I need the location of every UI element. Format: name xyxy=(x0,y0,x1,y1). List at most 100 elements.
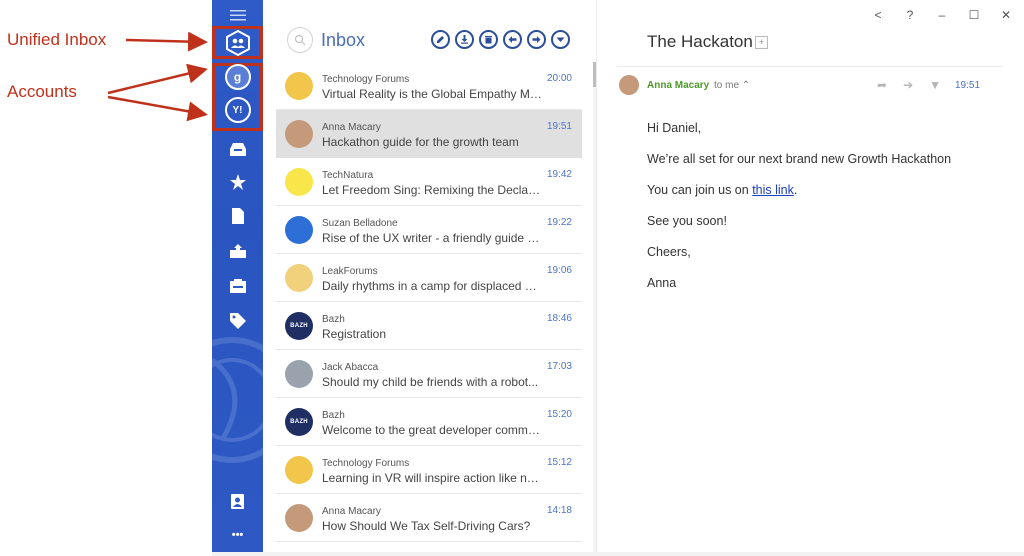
message-time: 15:20 xyxy=(546,409,572,420)
download-button[interactable] xyxy=(455,30,474,49)
delete-button[interactable] xyxy=(479,30,498,49)
sender-name[interactable]: Anna Macary xyxy=(647,80,709,91)
mail-app-window: g Y! ••• Inbox Technology Forums Virtual… xyxy=(212,0,1024,556)
message-sender: TechNatura xyxy=(322,170,374,181)
message-sender: Suzan Belladone xyxy=(322,218,398,229)
sender-avatar xyxy=(285,72,313,100)
message-time: 17:03 xyxy=(546,361,572,372)
message-row[interactable]: LeakForums Daily rhythms in a camp for di… xyxy=(276,254,582,302)
expand-recipients-icon: ⌃ xyxy=(741,80,751,91)
message-row[interactable]: Anna Macary Hackathon guide for the growt… xyxy=(276,110,582,158)
window-controls: < ? – ☐ ✕ xyxy=(872,8,1012,22)
message-row[interactable]: TechNatura Let Freedom Sing: Remixing the… xyxy=(276,158,582,206)
message-row[interactable]: Technology Forums Virtual Reality is the … xyxy=(276,62,582,110)
header-separator xyxy=(617,66,1003,67)
sent-folder-button[interactable] xyxy=(212,236,263,266)
document-icon xyxy=(231,208,244,224)
message-sender: Jack Abacca xyxy=(322,362,379,373)
inbox-tray-icon xyxy=(229,142,246,156)
message-row[interactable]: BAZH Bazh Welcome to the great developer c… xyxy=(276,398,582,446)
forward-button[interactable] xyxy=(527,30,546,49)
sender-avatar: BAZH xyxy=(285,408,313,436)
contacts-button[interactable] xyxy=(212,486,263,516)
search-button[interactable] xyxy=(287,27,313,53)
body-link-suffix: . xyxy=(793,183,798,197)
message-body: Hi Daniel, We’re all set for our next br… xyxy=(647,121,951,307)
body-line: We’re all set for our next brand new Gro… xyxy=(647,152,952,166)
message-sender: Bazh xyxy=(322,314,345,325)
message-row[interactable]: Anna Macary How Should We Tax Self-Drivin… xyxy=(276,494,582,542)
minimize-button[interactable]: – xyxy=(936,8,948,22)
maximize-button[interactable]: ☐ xyxy=(968,8,980,22)
body-greeting: Hi Daniel, xyxy=(647,121,702,135)
message-row[interactable]: Technology Forums Learning in VR will ins… xyxy=(276,446,582,494)
message-sender: LeakForums xyxy=(322,266,378,277)
body-line: Cheers, xyxy=(647,245,691,259)
contacts-icon xyxy=(231,493,244,509)
folder-title: Inbox xyxy=(321,30,366,50)
compose-icon xyxy=(437,36,444,43)
more-actions-button[interactable] xyxy=(551,30,570,49)
message-row[interactable]: Jack Abacca Should my child be friends wi… xyxy=(276,350,582,398)
google-account-button[interactable]: g xyxy=(212,62,263,92)
tags-folder-button[interactable] xyxy=(212,306,263,336)
message-time: 15:12 xyxy=(546,457,572,468)
message-subject: Registration xyxy=(322,327,387,341)
message-time: 18:46 xyxy=(546,313,572,324)
sender-avatar xyxy=(285,360,313,388)
inbox-folder-button[interactable] xyxy=(212,134,263,164)
menu-button[interactable] xyxy=(212,4,263,26)
message-sender: Technology Forums xyxy=(322,458,410,469)
message-subject: Learning in VR will inspire action like … xyxy=(322,471,542,485)
message-subject: How Should We Tax Self-Driving Cars? xyxy=(322,519,531,533)
message-sender: Technology Forums xyxy=(322,74,410,85)
starred-folder-button[interactable] xyxy=(212,167,263,197)
reply-icon[interactable]: ➦ xyxy=(877,78,887,92)
add-tag-icon[interactable]: + xyxy=(755,36,768,49)
forward-icon[interactable]: ➔ xyxy=(903,78,913,92)
message-subject: Let Freedom Sing: Remixing the Declarati… xyxy=(322,183,542,197)
close-button[interactable]: ✕ xyxy=(1000,8,1012,22)
reply-button[interactable] xyxy=(503,30,522,49)
sender-avatar xyxy=(285,168,313,196)
message-sender: Anna Macary xyxy=(322,506,381,517)
body-signature: Anna xyxy=(647,276,677,290)
back-button[interactable]: < xyxy=(872,8,884,22)
more-button[interactable]: ••• xyxy=(212,520,263,550)
recipient-summary[interactable]: to me ⌃ xyxy=(714,80,750,91)
message-row[interactable]: Suzan Belladone Rise of the UX writer - a… xyxy=(276,206,582,254)
message-time: 19:51 xyxy=(955,80,981,91)
yahoo-account-button[interactable]: Y! xyxy=(212,95,263,125)
unified-inbox-button[interactable] xyxy=(212,28,263,58)
message-sender: Anna Macary xyxy=(322,122,381,133)
body-line: See you soon! xyxy=(647,214,727,228)
join-link[interactable]: this link xyxy=(752,183,794,197)
delete-icon xyxy=(485,36,492,44)
help-button[interactable]: ? xyxy=(904,8,916,22)
message-time: 20:00 xyxy=(546,73,572,84)
archive-folder-button[interactable] xyxy=(212,271,263,301)
sender-avatar xyxy=(619,75,639,95)
recipient-label: to me xyxy=(714,80,740,91)
message-time: 19:06 xyxy=(546,265,572,276)
body-link-prefix: You can join us on xyxy=(647,183,753,197)
message-sender: Bazh xyxy=(322,410,345,421)
message-row[interactable]: BAZH Bazh Registration 18:46 xyxy=(276,302,582,350)
body-link-line: You can join us on this link. xyxy=(647,183,951,198)
message-time: 19:42 xyxy=(546,169,572,180)
message-time: 19:51 xyxy=(546,121,572,132)
message-title: The Hackaton xyxy=(647,32,753,51)
menu-icon xyxy=(229,9,246,20)
documents-folder-button[interactable] xyxy=(212,201,263,231)
annotation-area: Unified Inbox Accounts xyxy=(0,0,212,556)
message-list-pane: Inbox Technology Forums Virtual Reality … xyxy=(263,0,596,552)
window-bottom-edge xyxy=(212,552,1024,556)
sidebar: g Y! ••• xyxy=(212,0,263,552)
message-list-header: Inbox xyxy=(263,0,596,62)
sender-avatar xyxy=(285,264,313,292)
compose-button[interactable] xyxy=(431,30,450,49)
search-icon xyxy=(294,34,306,46)
more-down-icon[interactable]: ▼ xyxy=(929,78,941,92)
message-subject: Should my child be friends with a robot.… xyxy=(322,375,539,389)
tags-icon xyxy=(229,313,246,329)
